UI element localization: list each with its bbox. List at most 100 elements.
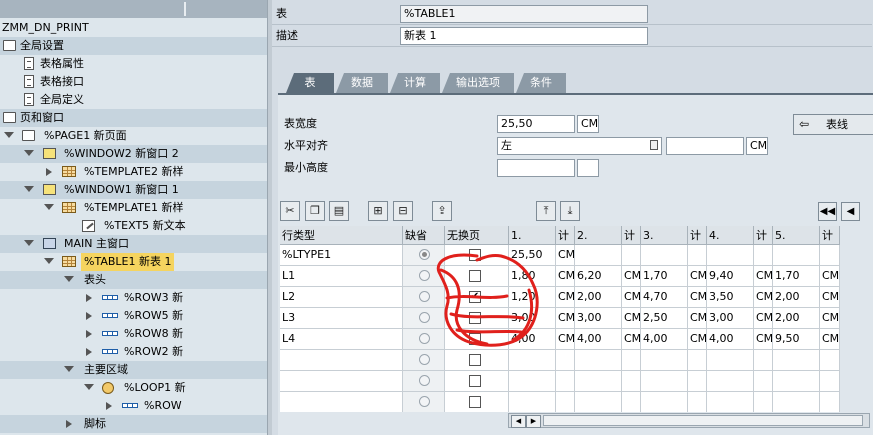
column-unit-cell[interactable] [556,350,575,371]
column-width-cell[interactable]: 9,40 [707,266,754,287]
column-unit-cell[interactable] [688,392,707,412]
column-header-col-default[interactable]: 缺省 [403,226,445,245]
tree-node-template2[interactable]: %TEMPLATE2 新样 [0,163,267,181]
tree-node-table1[interactable]: %TABLE1 新表 1 [0,253,267,271]
insert-row-button[interactable]: ⊞ [368,201,388,221]
column-width-cell[interactable] [773,371,820,392]
min-height-input[interactable] [497,159,575,177]
tree-node-form-attributes[interactable]: 表格属性 [0,55,267,73]
details-button[interactable]: ⇪ [432,201,452,221]
column-unit-cell[interactable]: CM [622,308,641,329]
first-column-button[interactable]: ◀◀ [818,202,837,221]
tree-node-template1[interactable]: %TEMPLATE1 新样 [0,199,267,217]
line-type-cell[interactable] [280,350,403,371]
column-unit-cell[interactable]: CM [754,287,773,308]
move-down-button[interactable]: ⤓ [560,201,580,221]
column-header-col-line-type[interactable]: 行类型 [280,226,403,245]
tree-node-form-interface[interactable]: 表格接口 [0,73,267,91]
column-unit-cell[interactable]: CM [688,329,707,350]
copy-row-button[interactable]: ❐ [305,201,325,221]
chevron-down-icon[interactable] [44,258,54,264]
column-width-cell[interactable] [641,245,688,266]
column-unit-cell[interactable]: CM [754,329,773,350]
paste-row-button[interactable]: ▤ [329,201,349,221]
column-width-cell[interactable] [575,245,622,266]
column-unit-cell[interactable]: CM [688,308,707,329]
column-width-cell[interactable]: 4,70 [641,287,688,308]
chevron-down-icon[interactable] [84,384,94,390]
column-width-cell[interactable]: 2,00 [773,308,820,329]
tree-node-global-definitions[interactable]: 全局定义 [0,91,267,109]
column-unit-cell[interactable]: CM [556,245,575,266]
column-unit-cell[interactable] [688,245,707,266]
chevron-down-icon[interactable] [44,204,54,210]
tree-node-row5[interactable]: %ROW5 新 [0,307,267,325]
column-unit-cell[interactable] [820,392,840,412]
column-unit-cell[interactable] [820,245,840,266]
column-width-cell[interactable] [641,350,688,371]
tree-node-global-settings[interactable]: 全局设置 [0,37,267,55]
column-width-cell[interactable] [575,371,622,392]
chevron-down-icon[interactable] [64,366,74,372]
line-type-cell[interactable]: %LTYPE1 [280,245,403,266]
column-header-col-5[interactable]: 5. [773,226,820,245]
horizontal-scrollbar[interactable]: ◀ ▶ [508,413,870,428]
column-width-cell[interactable] [641,392,688,412]
column-unit-cell[interactable] [754,371,773,392]
line-type-cell[interactable]: L2 [280,287,403,308]
line-type-cell[interactable]: L4 [280,329,403,350]
min-height-unit[interactable] [577,159,599,177]
chevron-right-icon[interactable] [46,168,52,176]
column-header-col-2-unit[interactable]: 计 [622,226,641,245]
chevron-right-icon[interactable] [106,402,112,410]
column-unit-cell[interactable]: CM [688,266,707,287]
line-type-cell[interactable]: L1 [280,266,403,287]
chevron-down-icon[interactable] [4,132,14,138]
column-unit-cell[interactable]: CM [556,266,575,287]
column-width-cell[interactable] [509,371,556,392]
chevron-down-icon[interactable] [64,276,74,282]
column-unit-cell[interactable] [556,371,575,392]
tab-table[interactable]: 表 [286,73,334,93]
chevron-right-icon[interactable] [86,294,92,302]
column-width-cell[interactable]: 1,70 [641,266,688,287]
chevron-right-icon[interactable] [86,312,92,320]
column-width-cell[interactable]: 3,50 [707,287,754,308]
tree-node-pages-windows[interactable]: 页和窗口 [0,109,267,127]
column-unit-cell[interactable]: CM [820,266,840,287]
tree-node-row8[interactable]: %ROW8 新 [0,325,267,343]
column-width-cell[interactable]: 2,50 [641,308,688,329]
tree-node-loop-row[interactable]: %ROW [0,397,267,415]
line-type-cell[interactable] [280,392,403,412]
default-radio[interactable] [419,396,430,407]
column-width-cell[interactable]: 2,00 [773,287,820,308]
chevron-down-icon[interactable] [24,150,34,156]
column-width-cell[interactable] [773,350,820,371]
tree-node-footer[interactable]: 脚标 [0,415,267,433]
column-width-cell[interactable] [707,245,754,266]
column-width-cell[interactable] [509,392,556,412]
column-unit-cell[interactable]: CM [556,329,575,350]
column-unit-cell[interactable]: CM [556,308,575,329]
column-unit-cell[interactable] [556,392,575,412]
column-unit-cell[interactable]: CM [820,287,840,308]
column-unit-cell[interactable] [622,392,641,412]
column-unit-cell[interactable] [820,350,840,371]
column-unit-cell[interactable]: CM [820,308,840,329]
column-unit-cell[interactable]: CM [754,266,773,287]
column-header-col-2[interactable]: 2. [575,226,622,245]
column-unit-cell[interactable] [754,350,773,371]
column-unit-cell[interactable] [754,392,773,412]
no-page-break-checkbox[interactable] [469,396,481,408]
tree-node-window2[interactable]: %WINDOW2 新窗口 2 [0,145,267,163]
table-width-input[interactable]: 25,50 [497,115,575,133]
column-width-cell[interactable] [707,392,754,412]
table-lines-button[interactable]: ⇦ 表线 [793,114,873,135]
column-unit-cell[interactable] [688,350,707,371]
column-unit-cell[interactable] [754,245,773,266]
column-header-col-4-unit[interactable]: 计 [754,226,773,245]
previous-column-button[interactable]: ◀ [841,202,860,221]
column-width-cell[interactable]: 4,00 [707,329,754,350]
align-offset-input[interactable] [666,137,744,155]
dropdown-icon[interactable] [650,140,658,150]
